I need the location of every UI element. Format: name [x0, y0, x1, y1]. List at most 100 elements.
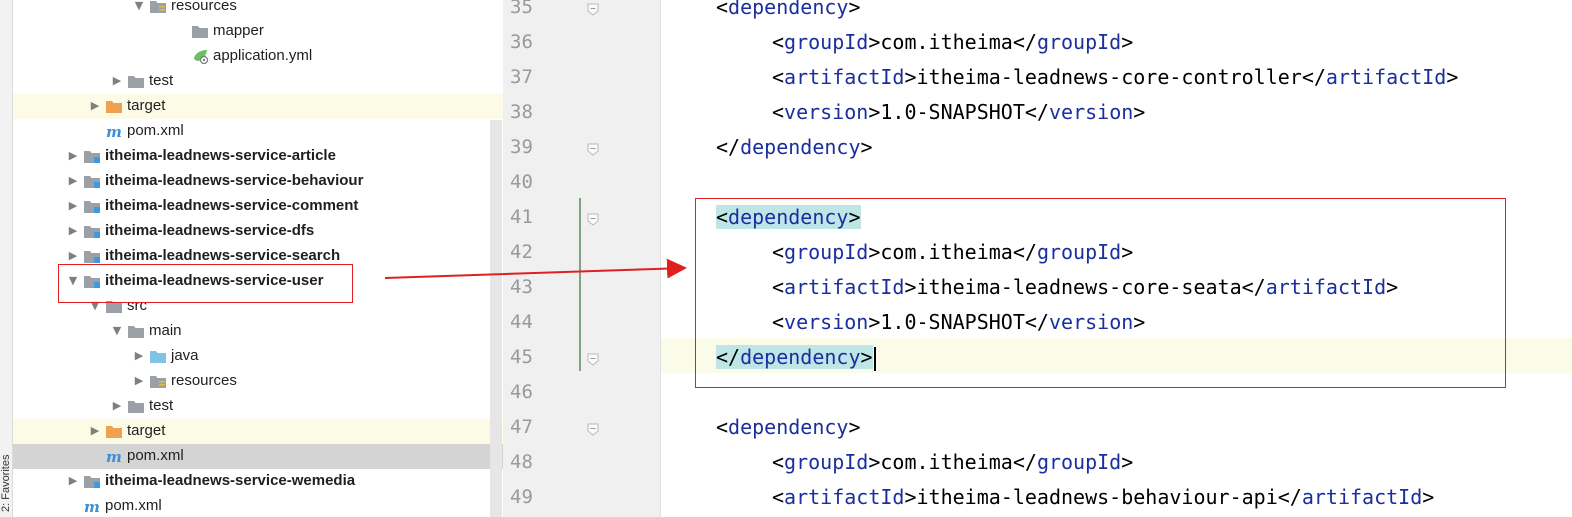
- tree-item-label: resources: [171, 372, 237, 389]
- expand-right-icon[interactable]: ▶: [133, 375, 145, 387]
- expand-right-icon[interactable]: ▶: [111, 400, 123, 412]
- xml-bracket: >: [868, 450, 881, 474]
- tree-row[interactable]: ▶ itheima-leadnews-service-comment: [13, 194, 503, 219]
- tree-row[interactable]: ▶ resources: [13, 369, 503, 394]
- svg-text:m: m: [106, 124, 122, 139]
- xml-bracket: >: [1422, 485, 1435, 509]
- tree-row[interactable]: m pom.xml: [13, 119, 503, 144]
- tree-row[interactable]: ▶ test: [13, 394, 503, 419]
- tree-row[interactable]: ▶ itheima-leadnews-service-wemedia: [13, 469, 503, 494]
- xml-text-value: 1.0-SNAPSHOT: [880, 100, 1025, 124]
- expand-right-icon[interactable]: ▶: [67, 175, 79, 187]
- xml-tag-name: version: [1048, 100, 1134, 124]
- xml-tag-name: artifactId: [784, 65, 905, 89]
- tree-row[interactable]: ▶ itheima-leadnews-service-behaviour: [13, 169, 503, 194]
- favorites-tool-strip[interactable]: 2: Favorites: [0, 0, 13, 517]
- maven-icon: m: [105, 448, 123, 466]
- expand-right-icon[interactable]: ▶: [67, 475, 79, 487]
- tree-item-label: mapper: [213, 22, 264, 39]
- line-number: 48: [510, 451, 533, 473]
- fold-marker-icon[interactable]: [586, 141, 600, 156]
- tree-row[interactable]: ▶ test: [13, 69, 503, 94]
- project-tree[interactable]: ▼ resources mapper application.yml ▶ test ▶ tar…: [13, 0, 503, 517]
- annotation-box-module: [58, 264, 353, 303]
- tree-item-label: main: [149, 322, 182, 339]
- xml-text-value: itheima-leadnews-behaviour-api: [916, 485, 1278, 509]
- annotation-box-dependency: [695, 198, 1506, 388]
- code-line[interactable]: <groupId>com.itheima</groupId>: [772, 25, 1133, 60]
- expand-right-icon[interactable]: ▶: [111, 75, 123, 87]
- orange-folder-icon: [105, 99, 123, 114]
- code-line[interactable]: <dependency>: [716, 410, 861, 445]
- tree-row[interactable]: ▶ target: [13, 419, 503, 444]
- xml-bracket: <: [772, 65, 785, 89]
- tree-row[interactable]: ▶ itheima-leadnews-service-article: [13, 144, 503, 169]
- xml-bracket: <: [772, 30, 785, 54]
- xml-bracket: >: [1121, 450, 1134, 474]
- line-number: 36: [510, 31, 533, 53]
- fold-marker-icon[interactable]: [586, 1, 600, 16]
- tree-item-label: resources: [171, 0, 237, 14]
- code-line[interactable]: <version>1.0-SNAPSHOT</version>: [772, 95, 1145, 130]
- xml-bracket: </: [1024, 100, 1049, 124]
- xml-bracket: >: [868, 100, 881, 124]
- expand-right-icon[interactable]: ▶: [67, 250, 79, 262]
- tree-item-label: application.yml: [213, 47, 313, 64]
- module-folder-icon: [83, 174, 101, 189]
- xml-tag-name: groupId: [1036, 450, 1122, 474]
- folder-icon: [127, 324, 145, 339]
- code-line[interactable]: <artifactId>itheima-leadnews-behaviour-a…: [772, 480, 1434, 515]
- tree-row[interactable]: ▶ itheima-leadnews-service-dfs: [13, 219, 503, 244]
- xml-bracket: </: [1012, 450, 1037, 474]
- tree-scrollbar[interactable]: [490, 120, 502, 517]
- tree-row[interactable]: m pom.xml: [13, 444, 503, 469]
- code-line[interactable]: <dependency>: [716, 0, 861, 25]
- xml-bracket: >: [904, 485, 917, 509]
- xml-bracket: >: [860, 135, 873, 159]
- line-number: 45: [510, 346, 533, 368]
- tree-row[interactable]: mapper: [13, 19, 503, 44]
- tree-item-label: test: [149, 72, 174, 89]
- expand-right-icon[interactable]: ▶: [89, 425, 101, 437]
- tree-row[interactable]: ▼ main: [13, 319, 503, 344]
- xml-bracket: </: [1277, 485, 1302, 509]
- vcs-change-marker[interactable]: [579, 198, 581, 371]
- tree-row[interactable]: ▶ java: [13, 344, 503, 369]
- line-number: 39: [510, 136, 533, 158]
- code-line[interactable]: <groupId>com.itheima</groupId>: [772, 445, 1133, 480]
- fold-marker-icon[interactable]: [586, 351, 600, 366]
- source-folder-icon: [149, 349, 167, 364]
- xml-tag-name: groupId: [784, 450, 869, 474]
- tree-row[interactable]: ▼ resources: [13, 0, 503, 19]
- tree-item-label: target: [127, 97, 166, 114]
- resources-folder-icon: [149, 374, 167, 389]
- tree-item-label: target: [127, 422, 166, 439]
- expand-down-icon[interactable]: ▼: [111, 325, 123, 337]
- code-line[interactable]: </dependency>: [716, 130, 873, 165]
- xml-bracket: <: [772, 100, 785, 124]
- module-folder-icon: [83, 474, 101, 489]
- xml-bracket: >: [1121, 30, 1134, 54]
- tree-item-label: pom.xml: [105, 497, 162, 514]
- folder-icon: [191, 24, 209, 39]
- tree-row[interactable]: application.yml: [13, 44, 503, 69]
- expand-right-icon[interactable]: ▶: [133, 350, 145, 362]
- tree-item-label: test: [149, 397, 174, 414]
- expand-right-icon[interactable]: ▶: [67, 225, 79, 237]
- expand-down-icon[interactable]: ▼: [133, 0, 145, 12]
- tree-row[interactable]: ▶ target: [13, 94, 503, 119]
- line-number: 37: [510, 66, 533, 88]
- expand-right-icon[interactable]: ▶: [89, 100, 101, 112]
- line-number: 46: [510, 381, 533, 403]
- expand-right-icon[interactable]: ▶: [67, 200, 79, 212]
- fold-marker-icon[interactable]: [586, 211, 600, 226]
- code-line[interactable]: <artifactId>itheima-leadnews-core-contro…: [772, 60, 1458, 95]
- fold-marker-icon[interactable]: [586, 421, 600, 436]
- line-number: 44: [510, 311, 533, 333]
- expand-right-icon[interactable]: ▶: [67, 150, 79, 162]
- tree-row[interactable]: m pom.xml: [13, 494, 503, 517]
- xml-tag-name: dependency: [728, 415, 849, 439]
- favorites-tab-label[interactable]: 2: Favorites: [0, 440, 12, 512]
- xml-bracket: >: [1133, 100, 1146, 124]
- line-number: 49: [510, 486, 533, 508]
